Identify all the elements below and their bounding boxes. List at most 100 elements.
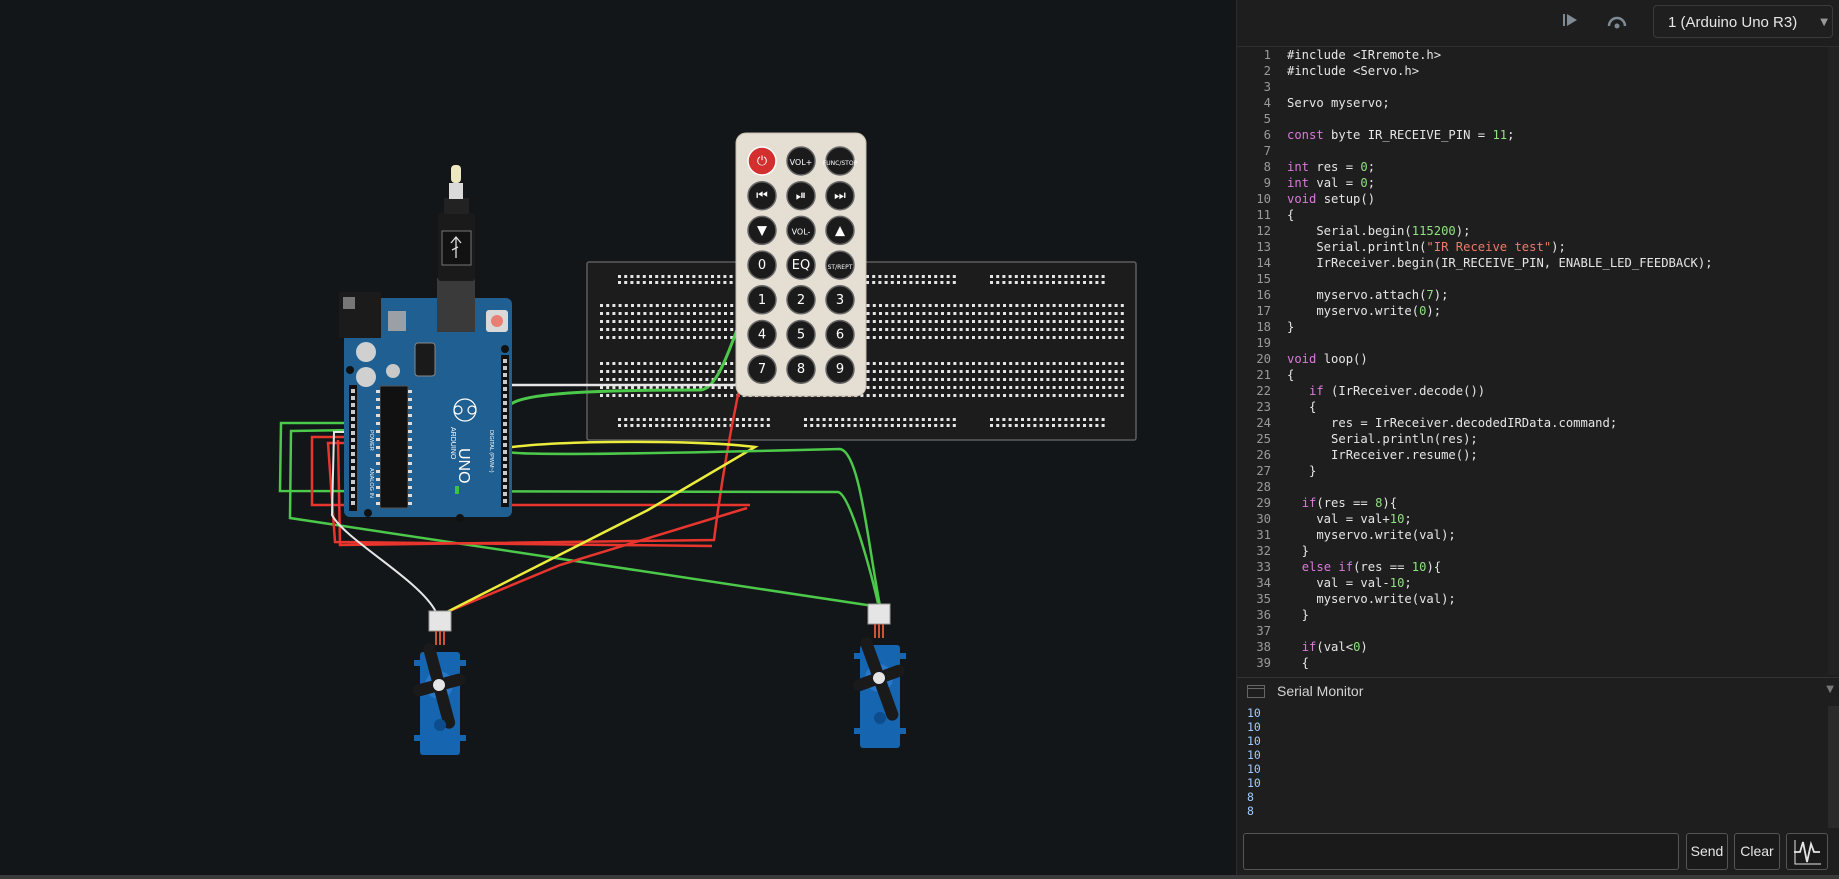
code-line[interactable]: 33 else if(res == 10){ — [1237, 559, 1828, 575]
serial-line: 10 — [1247, 776, 1261, 790]
code-line[interactable]: 37 — [1237, 623, 1828, 639]
remote-key-label: 7 — [758, 362, 766, 377]
remote-key-label: ⏮ — [756, 189, 768, 204]
line-number: 4 — [1263, 96, 1271, 110]
code-line[interactable]: 38 if(val<0) — [1237, 639, 1828, 655]
code-line[interactable]: 31 myservo.write(val); — [1237, 527, 1828, 543]
remote-key[interactable]: 2 — [786, 285, 816, 315]
code-line[interactable]: 6 const byte IR_RECEIVE_PIN = 11; — [1237, 127, 1828, 143]
board-select[interactable]: 1 (Arduino Uno R3) ▼ — [1653, 5, 1833, 38]
arduino-brand: ARDUINO — [449, 427, 456, 460]
remote-key[interactable]: VOL+ — [786, 146, 816, 176]
code-line[interactable]: 3 — [1237, 79, 1828, 95]
remote-key[interactable]: 0 — [747, 250, 777, 280]
remote-key[interactable]: VOL- — [786, 215, 816, 246]
servo-left[interactable] — [402, 610, 477, 755]
code-line[interactable]: 16 myservo.attach(7); — [1237, 287, 1828, 303]
code-line[interactable]: 35 myservo.write(val); — [1237, 591, 1828, 607]
code-line[interactable]: 11 { — [1237, 207, 1828, 223]
remote-key-label: 9 — [836, 362, 844, 377]
code-line[interactable]: 9 int val = 0; — [1237, 175, 1828, 191]
wire-green-right[interactable] — [507, 447, 882, 607]
code-line[interactable]: 24 res = IrReceiver.decodedIRData.comman… — [1237, 415, 1828, 431]
servo-right[interactable] — [839, 603, 920, 748]
code-line[interactable]: 20 void loop() — [1237, 351, 1828, 367]
remote-key[interactable]: 5 — [786, 319, 816, 350]
serial-output: 10 10 10 10 10 10 8 8 — [1237, 706, 1828, 828]
code-line[interactable]: 28 — [1237, 479, 1828, 495]
remote-key[interactable]: ⏭ — [825, 180, 855, 211]
remote-key[interactable]: ⏯ — [786, 180, 816, 211]
line-number: 28 — [1256, 480, 1271, 494]
serial-input[interactable] — [1243, 833, 1679, 870]
code-line[interactable]: 29 if(res == 8){ — [1237, 495, 1828, 511]
code-editor[interactable]: 1 #include <IRremote.h> 2 #include <Servo.h… — [1237, 47, 1828, 675]
arduino-uno[interactable]: ARDUINO UNO DIGITAL (PWM~) POWER ANALOG … — [339, 278, 512, 522]
simulation-canvas[interactable]: ARDUINO UNO DIGITAL (PWM~) POWER ANALOG … — [0, 0, 1236, 879]
remote-key[interactable]: ▲ — [825, 215, 855, 246]
resume-icon[interactable] — [1605, 12, 1629, 34]
code-line[interactable]: 34 val = val-10; — [1237, 575, 1828, 591]
editor-scrollbar[interactable] — [1828, 47, 1839, 675]
serial-line: 10 — [1247, 720, 1261, 734]
remote-key[interactable]: 3 — [825, 285, 855, 315]
remote-key[interactable]: 9 — [825, 354, 855, 384]
remote-key[interactable]: ST/REPT — [825, 250, 855, 280]
code-line[interactable]: 23 { — [1237, 399, 1828, 415]
code-line[interactable]: 14 IrReceiver.begin(IR_RECEIVE_PIN, ENAB… — [1237, 255, 1828, 271]
remote-key[interactable]: 1 — [747, 285, 777, 315]
code-line[interactable]: 18} — [1237, 319, 1828, 335]
code-line[interactable]: 26 IrReceiver.resume(); — [1237, 447, 1828, 463]
remote-key[interactable]: 8 — [786, 354, 816, 384]
code-line[interactable]: 17 myservo.write(0); — [1237, 303, 1828, 319]
code-line[interactable]: 8 int res = 0; — [1237, 159, 1828, 175]
code-line[interactable]: 22 if (IrReceiver.decode()) — [1237, 383, 1828, 399]
code-line[interactable]: 19 — [1237, 335, 1828, 351]
code-panel: 1 (Arduino Uno R3) ▼ 1 #include <IRremote… — [1236, 0, 1839, 879]
code-line[interactable]: 36 } — [1237, 607, 1828, 623]
line-number: 25 — [1256, 432, 1271, 446]
remote-key[interactable]: ⏮ — [747, 180, 777, 211]
code-line[interactable]: 4 Servo myservo; — [1237, 95, 1828, 111]
serial-line: 10 — [1247, 734, 1261, 748]
clear-button[interactable]: Clear — [1734, 833, 1780, 870]
remote-key[interactable]: 7 — [747, 354, 777, 384]
remote-key[interactable]: ⏻ — [747, 146, 777, 176]
remote-key[interactable]: EQ — [786, 250, 816, 280]
code-line[interactable]: 13 Serial.println("IR Receive test"); — [1237, 239, 1828, 255]
chevron-down-icon[interactable]: ▼ — [1826, 684, 1834, 695]
code-line[interactable]: 5 — [1237, 111, 1828, 127]
plotter-button[interactable] — [1786, 833, 1828, 870]
remote-key-label: 2 — [797, 293, 805, 308]
code-line[interactable]: 25 Serial.println(res); — [1237, 431, 1828, 447]
board-select-value: 1 (Arduino Uno R3) — [1668, 14, 1798, 31]
remote-key-label: ▼ — [757, 223, 767, 238]
code-line[interactable]: 2 #include <Servo.h> — [1237, 63, 1828, 79]
remote-key[interactable]: 6 — [825, 319, 855, 350]
wire-red-servo[interactable] — [439, 506, 748, 617]
send-button[interactable]: Send — [1686, 833, 1728, 870]
code-line[interactable]: 15 — [1237, 271, 1828, 287]
code-line[interactable]: 10 void setup() — [1237, 191, 1828, 207]
usb-cable[interactable] — [438, 165, 475, 281]
code-line[interactable]: 32 } — [1237, 543, 1828, 559]
code-line[interactable]: 27 } — [1237, 463, 1828, 479]
code-line[interactable]: 12 Serial.begin(115200); — [1237, 223, 1828, 239]
line-number: 14 — [1256, 256, 1271, 270]
code-text: res = IrReceiver.decodedIRData.command; — [1287, 416, 1618, 430]
serial-monitor-header[interactable]: Serial Monitor ▼ — [1237, 677, 1839, 707]
line-number: 15 — [1256, 272, 1271, 286]
arduino-model: UNO — [455, 448, 472, 484]
code-line[interactable]: 39 { — [1237, 655, 1828, 671]
remote-key[interactable]: 4 — [747, 319, 777, 350]
step-over-icon[interactable] — [1559, 12, 1583, 34]
line-number: 13 — [1256, 240, 1271, 254]
remote-key[interactable]: ▼ — [747, 215, 777, 246]
serial-scrollbar[interactable] — [1828, 706, 1839, 828]
ir-remote[interactable]: ⏻ VOL+ FUNC/STOP ⏮ ⏯ ⏭ ▼ VOL- ▲ 0 EQ ST/REPT 1 2 3 4 5 6 7… — [735, 132, 867, 397]
line-number: 7 — [1263, 144, 1271, 158]
code-line[interactable]: 30 val = val+10; — [1237, 511, 1828, 527]
code-line[interactable]: 21 { — [1237, 367, 1828, 383]
code-line[interactable]: 7 — [1237, 143, 1828, 159]
code-line[interactable]: 1 #include <IRremote.h> — [1237, 47, 1828, 63]
